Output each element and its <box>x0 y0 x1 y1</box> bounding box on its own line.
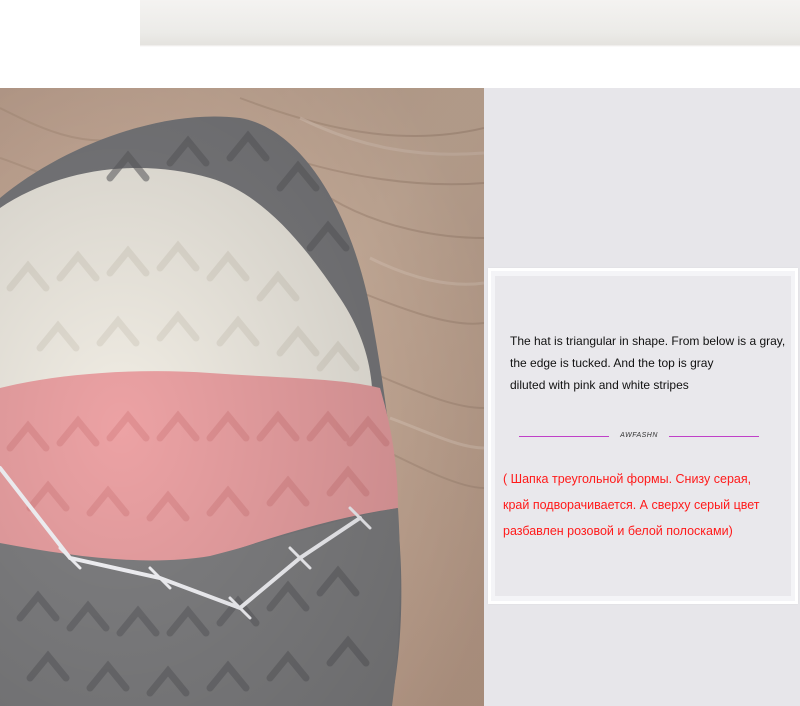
top-banner-shadow <box>140 44 800 47</box>
knit-hat-illustration <box>0 88 484 706</box>
russian-line-3: разбавлен розовой и белой полосками) <box>503 524 733 538</box>
english-description: The hat is triangular in shape. From bel… <box>510 330 795 396</box>
top-banner-strip <box>140 0 800 46</box>
divider-line-left <box>519 436 609 437</box>
knit-hat-photo <box>0 88 484 706</box>
russian-description: ( Шапка треугольной формы. Снизу серая, … <box>503 466 798 544</box>
divider-line-right <box>669 436 759 437</box>
brand-label: AWFASHN <box>620 432 658 439</box>
english-line-1: The hat is triangular in shape. From bel… <box>510 334 786 348</box>
brand-divider: AWFASHN <box>519 430 759 442</box>
russian-line-2: край подворачивается. А сверху серый цве… <box>503 498 760 512</box>
russian-line-1: ( Шапка треугольной формы. Снизу серая, <box>503 472 752 486</box>
english-line-3: diluted with pink and white stripes <box>510 378 689 392</box>
english-line-2: the edge is tucked. And the top is gray <box>510 356 714 370</box>
